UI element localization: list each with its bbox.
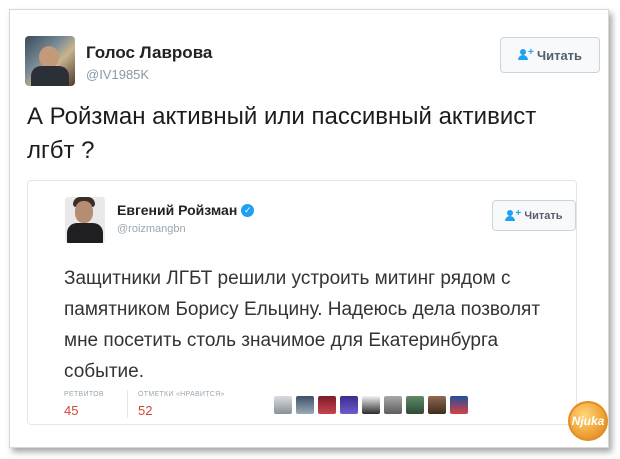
follow-person-icon: +	[505, 208, 521, 222]
tweet-card: Голос Лаврова @IV1985K + Читать А Ройзма…	[9, 9, 609, 448]
quoted-author-avatar[interactable]	[65, 197, 105, 243]
watermark-logo: Njuka	[568, 401, 608, 441]
quoted-author-name-row[interactable]: Евгений Ройзман ✓	[117, 202, 255, 218]
quoted-follow-label: Читать	[524, 209, 563, 222]
avatar-body	[67, 223, 103, 243]
liker-avatar[interactable]	[296, 396, 314, 414]
tweet-text: А Ройзман активный или пассивный активис…	[27, 103, 537, 164]
liker-avatar[interactable]	[362, 396, 380, 414]
avatar-face	[39, 46, 59, 68]
quoted-author-name[interactable]: Евгений Ройзман	[117, 202, 237, 218]
liker-avatar[interactable]	[274, 396, 292, 414]
quoted-author-handle[interactable]: @roizmangbn	[117, 223, 186, 235]
likes-count[interactable]: 52	[138, 403, 152, 418]
liker-avatar[interactable]	[406, 396, 424, 414]
follow-button[interactable]: + Читать	[500, 37, 600, 73]
quoted-tweet[interactable]: Евгений Ройзман ✓ @roizmangbn + Читать З…	[27, 180, 577, 425]
stats-divider	[127, 390, 128, 418]
author-avatar[interactable]	[25, 36, 75, 86]
avatar-body	[31, 66, 69, 86]
quoted-follow-button[interactable]: + Читать	[492, 200, 576, 231]
liker-avatar[interactable]	[450, 396, 468, 414]
watermark-text: Njuka	[571, 414, 605, 428]
verified-badge-icon: ✓	[241, 203, 255, 217]
likes-label: ОТМЕТКИ «НРАВИТСЯ»	[138, 391, 225, 398]
avatar-face	[75, 201, 93, 223]
author-handle[interactable]: @IV1985K	[86, 67, 149, 82]
liker-avatars	[274, 396, 468, 414]
liker-avatar[interactable]	[340, 396, 358, 414]
retweets-count[interactable]: 45	[64, 403, 78, 418]
liker-avatar[interactable]	[384, 396, 402, 414]
follow-person-icon: +	[517, 47, 534, 61]
author-name[interactable]: Голос Лаврова	[86, 43, 212, 63]
liker-avatar[interactable]	[318, 396, 336, 414]
quoted-tweet-text: Защитники ЛГБТ решили устроить митинг ря…	[64, 268, 541, 382]
follow-button-label: Читать	[536, 47, 583, 63]
retweets-label: РЕТВИТОВ	[64, 391, 104, 398]
liker-avatar[interactable]	[428, 396, 446, 414]
